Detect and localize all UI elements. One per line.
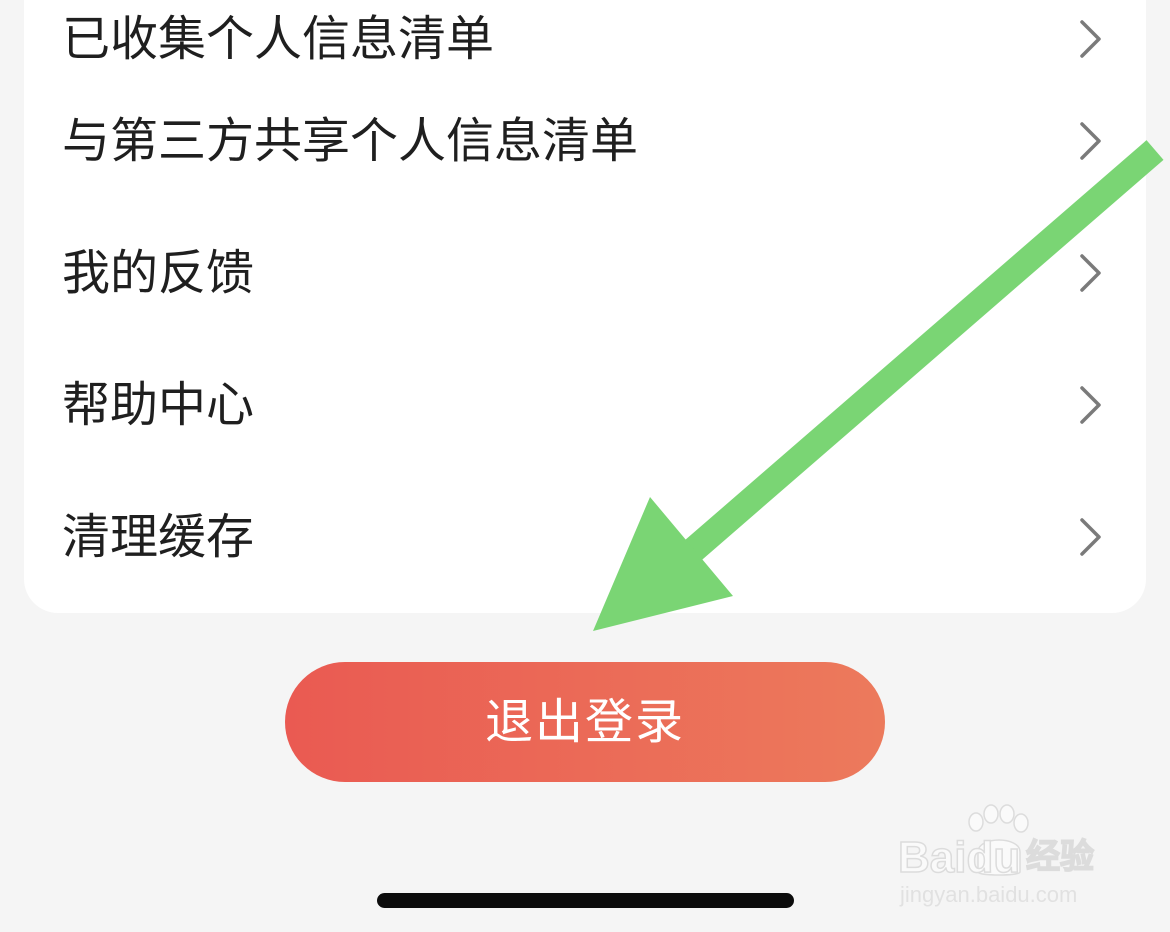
menu-item-label: 已收集个人信息清单 bbox=[62, 11, 495, 67]
menu-item-label: 帮助中心 bbox=[62, 377, 255, 433]
chevron-right-icon bbox=[1080, 386, 1101, 424]
watermark-url: jingyan.baidu.com bbox=[899, 882, 1077, 907]
menu-item-label: 与第三方共享个人信息清单 bbox=[62, 113, 639, 169]
watermark-brand: Baidu bbox=[898, 833, 1020, 882]
menu-item-feedback[interactable]: 我的反馈 bbox=[24, 207, 1146, 339]
menu-item-clear-cache[interactable]: 清理缓存 bbox=[24, 471, 1146, 603]
home-indicator[interactable] bbox=[377, 893, 794, 908]
baidu-jingyan-watermark: Baidu 经验 jingyan.baidu.com bbox=[897, 804, 1095, 907]
chevron-right-icon bbox=[1080, 254, 1101, 292]
menu-item-label: 我的反馈 bbox=[62, 245, 255, 301]
logout-button[interactable]: 退出登录 bbox=[285, 662, 885, 782]
menu-item-third-party-sharing[interactable]: 与第三方共享个人信息清单 bbox=[24, 75, 1146, 207]
watermark-product: 经验 bbox=[1026, 837, 1094, 876]
chevron-right-icon bbox=[1080, 122, 1101, 160]
chevron-right-icon bbox=[1080, 518, 1101, 556]
chevron-right-icon bbox=[1080, 20, 1101, 58]
menu-item-label: 清理缓存 bbox=[62, 509, 255, 565]
logout-button-label: 退出登录 bbox=[484, 694, 685, 750]
menu-item-help-center[interactable]: 帮助中心 bbox=[24, 339, 1146, 471]
settings-card: 已收集个人信息清单 与第三方共享个人信息清单 我的反馈 帮助中心 清理缓存 bbox=[24, 0, 1146, 613]
